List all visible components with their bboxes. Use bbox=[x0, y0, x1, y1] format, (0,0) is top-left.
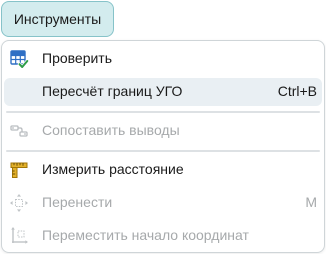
menu-item-label: Переместить начало координат bbox=[42, 227, 249, 243]
menu-item-label: Перенести bbox=[42, 194, 113, 210]
ruler-measure-icon bbox=[10, 162, 28, 178]
menu-item-check[interactable]: Проверить bbox=[4, 45, 322, 73]
tools-dropdown-menu: Проверить Пересчёт границ УГО Ctrl+B Соп… bbox=[1, 40, 325, 253]
menu-item-move-origin[interactable]: Переместить начало координат bbox=[4, 222, 322, 250]
menu-item-recalc-bounds[interactable]: Пересчёт границ УГО Ctrl+B bbox=[4, 78, 322, 106]
tools-menu-button[interactable]: Инструменты bbox=[1, 1, 114, 37]
menu-item-measure-distance[interactable]: Измерить расстояние bbox=[4, 156, 322, 184]
menu-item-match-pins[interactable]: Сопоставить выводы bbox=[4, 117, 322, 145]
menu-separator bbox=[6, 111, 320, 113]
link-pins-icon bbox=[10, 125, 28, 137]
shortcut-label: Ctrl+B bbox=[277, 83, 317, 99]
shortcut-label: M bbox=[305, 194, 317, 210]
menu-separator bbox=[6, 150, 320, 152]
table-check-icon bbox=[10, 50, 29, 69]
move-origin-icon bbox=[11, 227, 28, 244]
menu-item-move[interactable]: Перенести M bbox=[4, 189, 322, 217]
menu-item-label: Пересчёт границ УГО bbox=[42, 83, 183, 99]
move-arrows-icon bbox=[10, 194, 28, 212]
menu-item-label: Измерить расстояние bbox=[42, 161, 184, 177]
menu-item-label: Проверить bbox=[42, 50, 113, 66]
menu-item-label: Сопоставить выводы bbox=[42, 122, 180, 138]
